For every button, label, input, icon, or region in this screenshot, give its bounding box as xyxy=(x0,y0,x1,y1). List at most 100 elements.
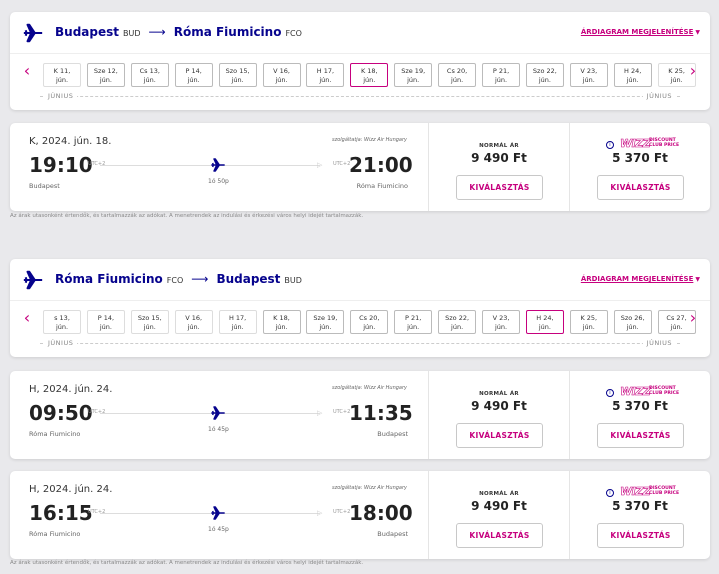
date-chip[interactable]: P 14, jún. xyxy=(174,63,213,87)
date-chip-day: V 16, xyxy=(185,314,203,322)
arrival-time: 18:00 xyxy=(349,501,413,525)
date-chip[interactable]: P 14, jún. xyxy=(86,310,125,334)
date-chip-month: jún. xyxy=(363,76,376,84)
date-chip[interactable]: H 17, jún. xyxy=(218,310,257,334)
date-chip[interactable]: K 18, jún. xyxy=(262,310,301,334)
date-chip[interactable]: K 25, jún. xyxy=(569,310,608,334)
operated-by: szolgáltatja: Wizz Air Hungary xyxy=(332,485,407,491)
return-disclaimer: Az árak utasonként értendők, és tartalma… xyxy=(10,560,364,566)
path-arrow-icon: ▷ xyxy=(317,409,323,417)
next-dates-arrow-icon[interactable]: › xyxy=(685,60,701,82)
month-label-left: JÚNIUS xyxy=(44,92,78,100)
date-chip-day: Szo 22, xyxy=(445,314,470,322)
arrival-city: Budapest xyxy=(377,430,408,438)
date-chip-day: Cs 20, xyxy=(446,67,468,75)
date-chip-month: jún. xyxy=(231,323,244,331)
info-icon[interactable]: i xyxy=(606,141,614,149)
arrival-city: Budapest xyxy=(377,530,408,538)
flight-card: K, 2024. jún. 18. szolgáltatja: Wizz Air… xyxy=(10,123,710,211)
outbound-chart-link[interactable]: ÁRDIAGRAM MEGJELENÍTÉSE ▼ xyxy=(581,28,700,36)
date-chip[interactable]: Cs 20, jún. xyxy=(438,63,477,87)
return-month-bar: JÚNIUS JÚNIUS xyxy=(40,339,680,347)
date-chip-day: V 23, xyxy=(580,67,598,75)
return-chart-link[interactable]: ÁRDIAGRAM MEGJELENÍTÉSE ▼ xyxy=(581,275,700,283)
date-chip-month: jún. xyxy=(275,76,288,84)
select-normal-button[interactable]: KIVÁLASZTÁS xyxy=(456,523,543,548)
origin-code: FCO xyxy=(166,276,184,285)
month-label-left: JÚNIUS xyxy=(44,339,78,347)
select-club-button[interactable]: KIVÁLASZTÁS xyxy=(597,423,684,448)
date-chip[interactable]: Cs 20, jún. xyxy=(350,310,389,334)
chevron-down-icon: ▼ xyxy=(695,29,700,36)
prev-dates-arrow-icon[interactable]: ‹ xyxy=(19,307,35,329)
info-icon[interactable]: i xyxy=(606,489,614,497)
prev-dates-arrow-icon[interactable]: ‹ xyxy=(19,60,35,82)
select-normal-button[interactable]: KIVÁLASZTÁS xyxy=(456,423,543,448)
date-chip[interactable]: Cs 13, jún. xyxy=(130,63,169,87)
date-chip[interactable]: K 11, jún. xyxy=(43,63,81,87)
date-chip-month: jún. xyxy=(626,323,639,331)
normal-price: 9 490 Ft xyxy=(471,151,527,165)
departure-city: Róma Fiumicino xyxy=(29,430,81,438)
date-chip-month: jún. xyxy=(231,76,244,84)
normal-price-column: NORMÁL ÁR 9 490 Ft KIVÁLASZTÁS xyxy=(428,471,569,559)
date-chip-month: jún. xyxy=(407,323,420,331)
departure-time: 19:10 xyxy=(29,153,93,177)
date-chip-day: H 17, xyxy=(228,314,247,322)
date-chip[interactable]: V 23, jún. xyxy=(569,63,608,87)
select-club-button[interactable]: KIVÁLASZTÁS xyxy=(597,523,684,548)
flight-date: H, 2024. jún. 24. xyxy=(29,484,113,495)
date-chip-day: K 18, xyxy=(273,314,290,322)
date-chip-month: jún. xyxy=(275,323,288,331)
club-logo-text: DISCOUNT CLUB PRICE xyxy=(649,386,680,396)
date-chip[interactable]: V 23, jún. xyxy=(482,310,520,334)
date-chip[interactable]: Sze 19, jún. xyxy=(306,310,345,334)
next-dates-arrow-icon[interactable]: › xyxy=(685,307,701,329)
departure-timezone: UTC+2 xyxy=(88,409,106,415)
arrival-time: 21:00 xyxy=(349,153,413,177)
destination-code: BUD xyxy=(284,276,302,285)
date-chip[interactable]: Sze 19, jún. xyxy=(394,63,433,87)
date-chip[interactable]: H 17, jún. xyxy=(306,63,345,87)
select-club-button[interactable]: KIVÁLASZTÁS xyxy=(597,175,684,200)
date-chip[interactable]: P 21, jún. xyxy=(482,63,520,87)
departure-city: Róma Fiumicino xyxy=(29,530,81,538)
normal-price-label: NORMÁL ÁR xyxy=(479,491,519,497)
departure-time: 09:50 xyxy=(29,401,93,425)
date-chip[interactable]: s 13, jún. xyxy=(43,310,81,334)
flight-date: K, 2024. jún. 18. xyxy=(29,136,112,147)
date-chip-day: P 21, xyxy=(405,314,422,322)
date-chip[interactable]: Szo 26, jún. xyxy=(613,310,652,334)
date-chip-day: Sze 19, xyxy=(401,67,426,75)
date-chip[interactable]: Szo 15, jún. xyxy=(130,310,169,334)
month-label-right: JÚNIUS xyxy=(642,339,676,347)
date-chip-day: Szo 15, xyxy=(225,67,250,75)
date-chip-day: Szo 15, xyxy=(137,314,162,322)
date-chip-month: jún. xyxy=(99,76,112,84)
date-chip-month: jún. xyxy=(99,323,112,331)
departure-timezone: UTC+2 xyxy=(88,161,106,167)
date-chip-month: jún. xyxy=(451,323,464,331)
date-chip[interactable]: H 24, jún. xyxy=(613,63,652,87)
select-normal-button[interactable]: KIVÁLASZTÁS xyxy=(456,175,543,200)
wizz-club-logo: WIZZ xyxy=(620,485,651,499)
date-chip[interactable]: P 21, jún. xyxy=(394,310,433,334)
operated-by: szolgáltatja: Wizz Air Hungary xyxy=(332,385,407,391)
airplane-icon xyxy=(211,158,225,172)
date-chip[interactable]: K 18, jún. xyxy=(350,63,389,87)
path-arrow-icon: ▷ xyxy=(317,161,323,169)
date-chip[interactable]: Szo 22, jún. xyxy=(438,310,477,334)
club-price-column: i WIZZ DISCOUNT CLUB PRICE 5 370 Ft KIVÁL… xyxy=(569,471,710,559)
date-chip[interactable]: H 24, jún. xyxy=(525,310,564,334)
date-chip[interactable]: V 16, jún. xyxy=(262,63,301,87)
normal-price-column: NORMÁL ÁR 9 490 Ft KIVÁLASZTÁS xyxy=(428,123,569,211)
airplane-icon xyxy=(23,270,43,290)
arrival-timezone: UTC+2 xyxy=(333,509,351,515)
date-chip[interactable]: Sze 12, jún. xyxy=(86,63,125,87)
date-chip-day: Szo 22, xyxy=(532,67,557,75)
date-chip[interactable]: Szo 22, jún. xyxy=(525,63,564,87)
date-chip-month: jún. xyxy=(626,76,639,84)
date-chip[interactable]: V 16, jún. xyxy=(174,310,213,334)
info-icon[interactable]: i xyxy=(606,389,614,397)
date-chip[interactable]: Szo 15, jún. xyxy=(218,63,257,87)
